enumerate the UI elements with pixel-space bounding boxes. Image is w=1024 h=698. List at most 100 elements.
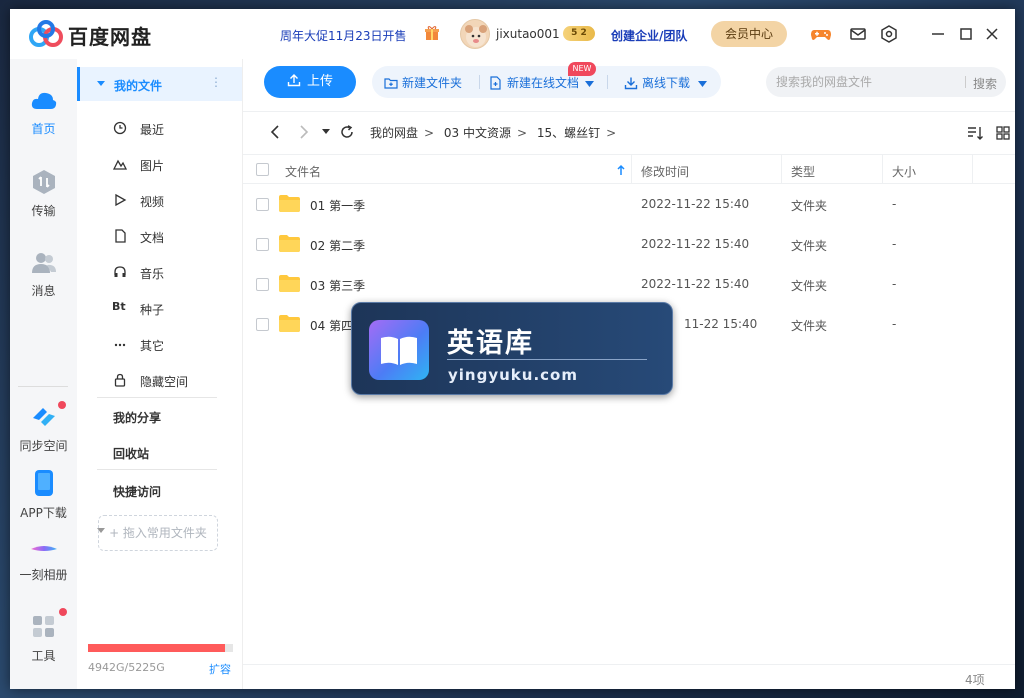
nav-messages[interactable]: 消息 <box>10 251 77 299</box>
nav-home[interactable]: 首页 <box>10 89 77 137</box>
breadcrumb-separator: > <box>606 126 617 140</box>
gift-icon[interactable] <box>424 25 440 41</box>
quick-access-header[interactable]: 快捷访问 <box>113 483 161 500</box>
caret-down-icon <box>97 81 105 86</box>
image-icon <box>113 159 127 170</box>
breadcrumb-item[interactable]: 我的网盘 <box>370 126 418 140</box>
breadcrumb: 我的网盘 > 03 中文资源 > 15、螺丝钉 > <box>370 124 622 141</box>
row-checkbox[interactable] <box>256 198 269 211</box>
column-header-type[interactable]: 类型 <box>791 163 815 180</box>
toolbar-divider <box>243 111 1015 112</box>
table-row[interactable]: 02 第二季 2022-11-22 15:40 文件夹 - <box>243 224 1015 264</box>
search-input[interactable] <box>776 73 961 91</box>
create-enterprise-link[interactable]: 创建企业/团队 <box>611 27 687 44</box>
toolbar-group: 新建文件夹 新建在线文档 离线下载 <box>372 66 721 98</box>
file-name[interactable]: 03 第三季 <box>310 277 365 294</box>
new-online-doc-button[interactable]: 新建在线文档 <box>489 74 594 91</box>
sidebar-divider <box>97 397 217 398</box>
refresh-icon[interactable] <box>340 125 354 139</box>
upload-icon <box>287 74 301 87</box>
my-files-header[interactable]: 我的文件 ⋮ <box>77 67 242 101</box>
history-dropdown-icon[interactable] <box>322 129 330 135</box>
watermark-title: 英语库 <box>447 328 534 359</box>
file-name[interactable]: 04 第四 <box>310 317 353 334</box>
storage-quota-bar <box>88 644 233 652</box>
sort-ascending-icon[interactable] <box>616 164 626 176</box>
search-button[interactable]: 搜索 <box>973 75 997 92</box>
file-type: 文件夹 <box>791 319 828 333</box>
drop-frequent-folder-area[interactable]: + 拖入常用文件夹 <box>98 515 218 551</box>
breadcrumb-item[interactable]: 15、螺丝钉 <box>537 126 600 140</box>
nav-album[interactable]: 一刻相册 <box>10 539 77 583</box>
recycle-bin-link[interactable]: 回收站 <box>113 445 149 462</box>
select-all-checkbox[interactable] <box>256 163 269 176</box>
nav-transfer[interactable]: 传输 <box>10 169 77 219</box>
row-checkbox[interactable] <box>256 278 269 291</box>
nav-tools-label: 工具 <box>31 649 56 663</box>
column-separator <box>781 155 782 184</box>
forward-arrow-icon[interactable] <box>298 125 310 139</box>
file-name[interactable]: 01 第一季 <box>310 197 365 214</box>
table-row[interactable]: 03 第三季 2022-11-22 15:40 文件夹 - <box>243 264 1015 304</box>
column-header-modified[interactable]: 修改时间 <box>641 163 689 180</box>
toolbar-separator <box>607 75 608 89</box>
nav-sync-space[interactable]: 同步空间 <box>10 404 77 454</box>
row-checkbox[interactable] <box>256 238 269 251</box>
upload-button[interactable]: 上传 <box>264 66 356 98</box>
my-share-link[interactable]: 我的分享 <box>113 409 161 426</box>
category-sidebar: 我的文件 ⋮ 最近 图片 视频 文档 音乐 Bt 种子 其它 隐藏空间 我的分享… <box>77 59 243 689</box>
column-header-name[interactable]: 文件名 <box>285 163 321 180</box>
file-name[interactable]: 02 第二季 <box>310 237 365 254</box>
category-music-label: 音乐 <box>140 267 165 281</box>
new-folder-icon <box>384 77 398 89</box>
nav-tools[interactable]: 工具 <box>10 614 77 664</box>
offline-download-label: 离线下载 <box>642 76 691 90</box>
settings-icon[interactable] <box>878 23 900 45</box>
search-separator <box>965 76 966 88</box>
username[interactable]: jixutao001 <box>496 27 560 41</box>
nav-app-download[interactable]: APP下载 <box>10 469 77 521</box>
new-doc-icon <box>490 75 501 90</box>
file-type: 文件夹 <box>791 199 828 213</box>
nav-transfer-label: 传输 <box>31 204 56 218</box>
avatar[interactable] <box>460 19 490 49</box>
sort-icon[interactable] <box>967 125 983 141</box>
folder-icon <box>279 235 300 252</box>
file-size: - <box>892 197 897 211</box>
file-size: - <box>892 277 897 291</box>
play-icon <box>115 193 127 207</box>
dropdown-arrow-icon <box>584 80 594 87</box>
category-documents-label: 文档 <box>140 231 165 245</box>
file-size: - <box>892 237 897 251</box>
search-box: 搜索 <box>766 67 1006 97</box>
transfer-icon <box>32 170 55 194</box>
maximize-icon[interactable] <box>956 24 976 44</box>
vip-level-badge[interactable]: 5 2 <box>563 26 595 41</box>
expand-storage-link[interactable]: 扩容 <box>209 661 231 677</box>
grid-view-icon[interactable] <box>995 125 1011 141</box>
mail-icon[interactable] <box>847 23 869 45</box>
new-folder-button[interactable]: 新建文件夹 <box>384 74 462 91</box>
category-videos-label: 视频 <box>140 195 165 209</box>
back-arrow-icon[interactable] <box>269 125 281 139</box>
game-icon[interactable] <box>810 23 832 45</box>
minimize-icon[interactable] <box>928 24 948 44</box>
file-size: - <box>892 317 897 331</box>
column-header-size[interactable]: 大小 <box>892 163 916 180</box>
offline-download-button[interactable]: 离线下载 <box>624 74 707 91</box>
watermark-divider <box>447 359 647 360</box>
category-recent-label: 最近 <box>140 123 165 137</box>
close-icon[interactable] <box>982 24 1002 44</box>
category-images-label: 图片 <box>140 159 165 173</box>
column-separator <box>882 155 883 184</box>
table-row[interactable]: 01 第一季 2022-11-22 15:40 文件夹 - <box>243 184 1015 224</box>
cloud-home-icon <box>31 92 56 109</box>
my-files-label: 我的文件 <box>114 79 163 93</box>
nav-album-label: 一刻相册 <box>19 568 68 582</box>
more-options-icon[interactable]: ⋮ <box>210 75 222 89</box>
file-modified: 2022-11-22 15:40 <box>641 277 750 291</box>
promo-link[interactable]: 周年大促11月23日开售 <box>280 27 407 44</box>
breadcrumb-item[interactable]: 03 中文资源 <box>444 126 511 140</box>
row-checkbox[interactable] <box>256 318 269 331</box>
member-center-button[interactable]: 会员中心 <box>711 21 787 47</box>
